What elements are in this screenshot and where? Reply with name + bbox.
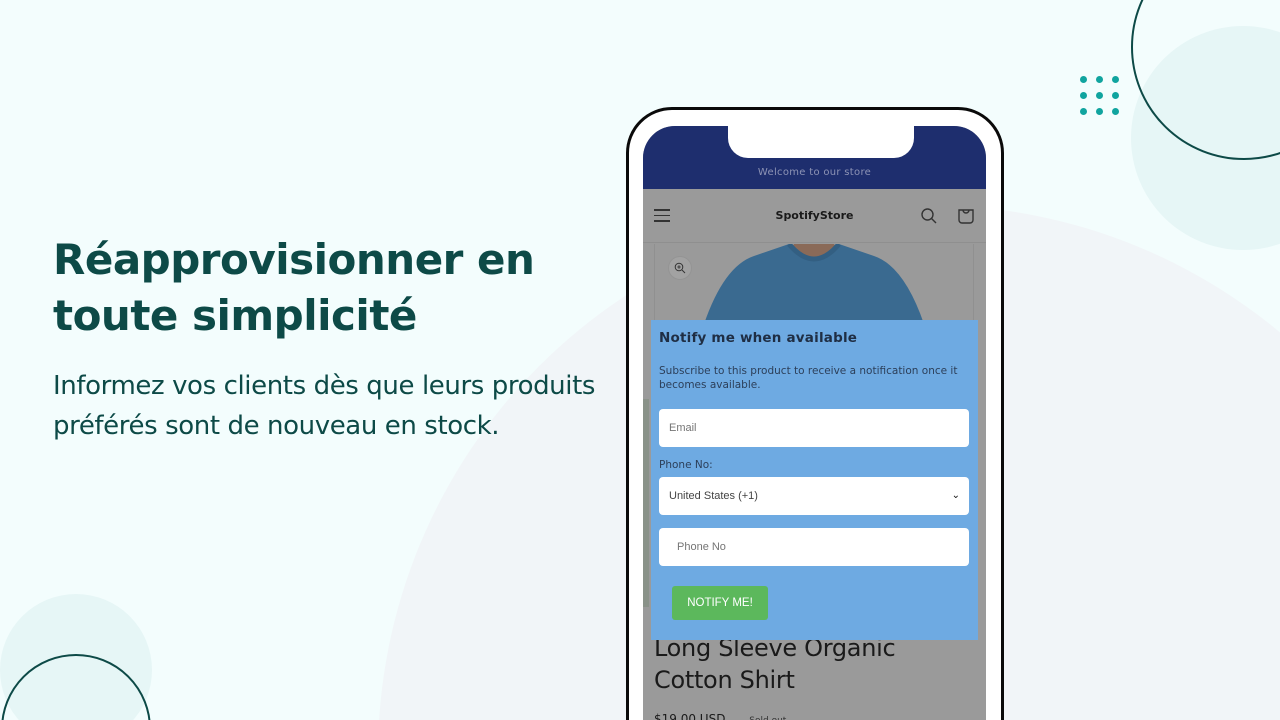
search-icon[interactable] [920, 207, 938, 225]
zoom-in-icon [674, 262, 686, 274]
thumbnail-strip[interactable] [643, 399, 649, 607]
hero-title-line2: toute simplicité [53, 291, 417, 340]
chevron-down-icon: ⌄ [951, 490, 960, 501]
phone-label: Phone No: [659, 459, 713, 471]
product-image[interactable] [689, 244, 939, 324]
phone-notch [728, 126, 914, 158]
hero-subtitle: Informez vos clients dès que leurs produ… [53, 371, 596, 441]
sold-out-badge: Sold out [749, 716, 786, 720]
hero-title: Réapprovisionner en toute simplicité [53, 232, 633, 344]
popup-description: Subscribe to this product to receive a n… [659, 365, 958, 391]
notify-popup: Notify me when available Subscribe to th… [651, 320, 978, 640]
country-select-value: United States (+1) [669, 490, 758, 502]
product-title: Long Sleeve Organic Cotton Shirt [654, 634, 896, 694]
zoom-in-button[interactable] [668, 256, 692, 280]
notify-me-button[interactable]: NOTIFY ME! [672, 586, 768, 620]
popup-title: Notify me when available [659, 330, 858, 346]
country-select[interactable]: United States (+1) ⌄ [659, 477, 969, 515]
cart-icon[interactable] [957, 207, 975, 225]
store-header: SpotifyStore [643, 189, 986, 243]
email-input[interactable] [659, 409, 969, 447]
dot-grid-decoration [1080, 76, 1119, 115]
hero-title-line1: Réapprovisionner en [53, 235, 535, 284]
price-row: $19.00 USD Sold out [654, 712, 786, 720]
product-price: $19.00 USD [654, 712, 726, 720]
hero-section: Réapprovisionner en toute simplicité Inf… [53, 232, 633, 446]
phone-input[interactable] [659, 528, 969, 566]
